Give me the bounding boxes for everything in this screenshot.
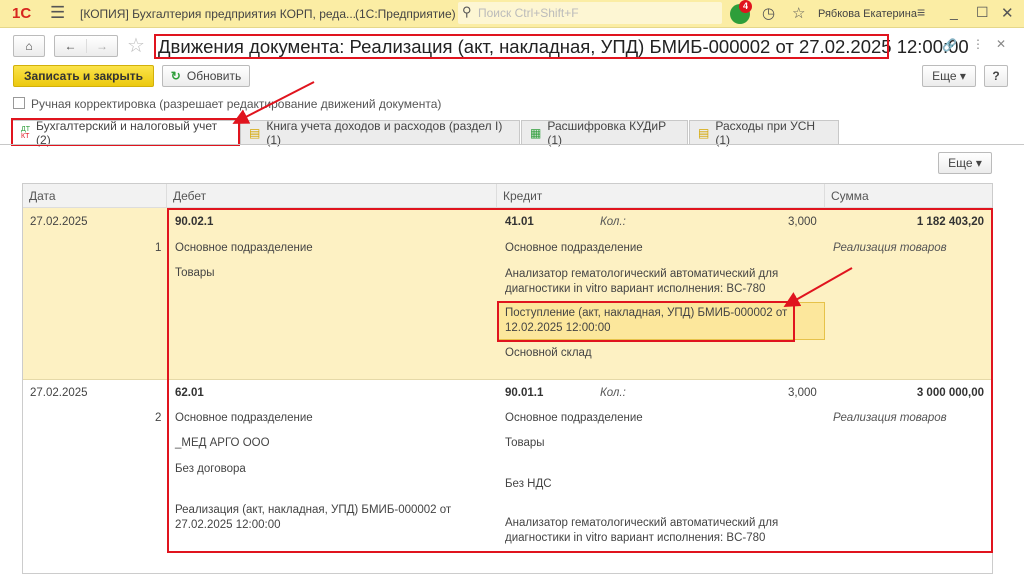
annotation-arrows <box>232 81 853 307</box>
arrow-to-tab <box>232 81 315 124</box>
arrow-to-cell <box>783 267 853 307</box>
